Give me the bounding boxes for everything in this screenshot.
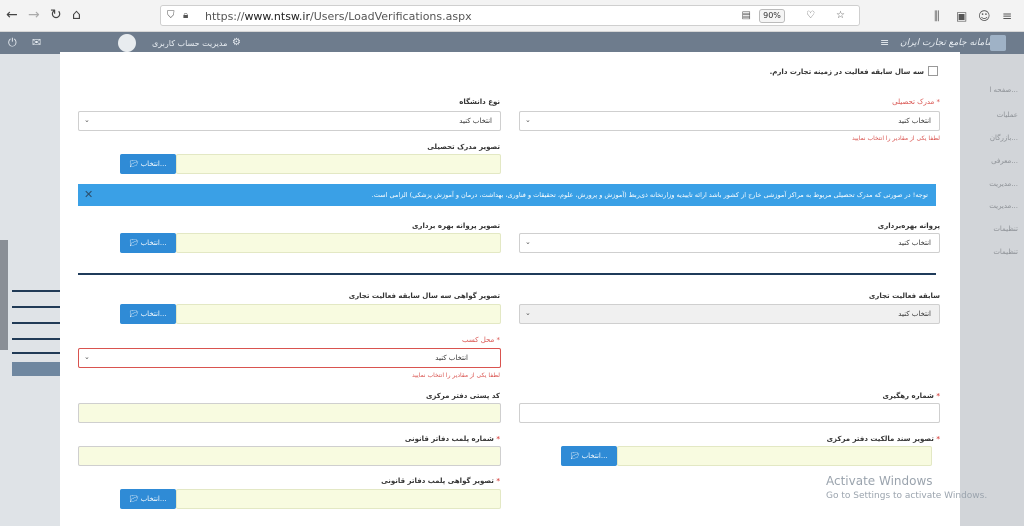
legal-cert-choose-button[interactable]: 📂︎ انتخاب... — [120, 489, 176, 509]
shield-icon[interactable]: ⛉ — [167, 10, 175, 22]
lock-icon[interactable]: 🔒︎ — [183, 10, 188, 22]
postal-label: کد پستی دفتر مرکزی — [425, 392, 500, 400]
sidebar-item: مدیریت... — [989, 202, 1018, 210]
mail-icon[interactable]: ✉ — [32, 36, 41, 49]
license-label: پروانه بهره‌برداری — [877, 222, 940, 230]
sidebar-item: بازرگان... — [989, 134, 1018, 142]
watermark-title: Activate Windows — [826, 474, 933, 488]
degree-image-upload[interactable] — [176, 154, 501, 174]
trade-history-select[interactable]: ⌄ انتخاب کنید — [519, 304, 940, 324]
sidebar-item: صفحه ا... — [989, 86, 1018, 94]
bookmark-star-icon[interactable]: ☆ — [836, 10, 845, 22]
notice-alert: ✕ توجه! در صورتی که مدرک تحصیلی مربوط به… — [78, 184, 936, 206]
license-image-label: تصویر پروانه بهره برداری — [412, 222, 500, 230]
chevron-down-icon: ⌄ — [525, 309, 531, 317]
power-icon[interactable]: ⏻ — [8, 36, 17, 50]
degree-select[interactable]: ⌄ انتخاب کنید — [519, 111, 940, 131]
trade-cert-upload[interactable] — [176, 304, 501, 324]
trade-cert-label: تصویر گواهی سه سال سابقه فعالیت تجاری — [348, 292, 500, 300]
url-text[interactable]: https://www.ntsw.ir/Users/LoadVerificati… — [205, 10, 472, 23]
sidebar-item: مدیریت... — [989, 180, 1018, 188]
browser-toolbar: ← → ↻ ⌂ ⛉ 🔒︎ https://www.ntsw.ir/Users/L… — [0, 0, 1024, 32]
trade-cert-choose-button[interactable]: 📂︎ انتخاب... — [120, 304, 176, 324]
account-icon[interactable]: ☺ — [978, 10, 991, 22]
background-left-pane — [0, 54, 60, 526]
sidebar-item: عملیات — [996, 111, 1018, 119]
notice-text: توجه! در صورتی که مدرک تحصیلی مربوط به م… — [371, 191, 928, 199]
experience-checkbox[interactable] — [928, 66, 938, 76]
section-divider — [78, 273, 936, 275]
address-bar[interactable]: ⛉ 🔒︎ https://www.ntsw.ir/Users/LoadVerif… — [160, 5, 860, 26]
license-select[interactable]: ⌄ انتخاب کنید — [519, 233, 940, 253]
close-icon[interactable]: ✕ — [84, 188, 93, 201]
background-sidebar: صفحه ا... عملیات بازرگان... معرفی... مدی… — [960, 54, 1024, 526]
forward-arrow-icon[interactable]: → — [28, 8, 40, 22]
chevron-down-icon: ⌄ — [84, 116, 90, 124]
workplace-label: * محل کسب — [462, 336, 500, 344]
license-image-upload[interactable] — [176, 233, 501, 253]
degree-image-label: تصویر مدرک تحصیلی — [427, 143, 500, 151]
reader-view-icon[interactable]: ▤ — [742, 10, 751, 22]
app-header: ⏻ ✉ مدیریت حساب کاربری ⚙ ≡ سامانه جامع ت… — [0, 32, 1024, 54]
library-icon[interactable]: ⫼ — [934, 10, 940, 22]
back-arrow-icon[interactable]: ← — [6, 8, 18, 22]
tracking-input[interactable] — [519, 403, 940, 423]
watermark-subtitle: Go to Settings to activate Windows. — [826, 491, 988, 501]
menu-icon[interactable]: ≡ — [1002, 10, 1012, 22]
university-label: نوع دانشگاه — [459, 98, 500, 106]
ownership-upload[interactable] — [617, 446, 932, 466]
experience-checkbox-label: سه سال سابقه فعالیت در زمینه تجارت دارم. — [769, 68, 924, 76]
ownership-choose-button[interactable]: 📂︎ انتخاب... — [561, 446, 617, 466]
degree-image-choose-button[interactable]: 📂︎ انتخاب... — [120, 154, 176, 174]
sidebar-item: تنظیمات — [993, 225, 1018, 233]
hamburger-icon[interactable]: ≡ — [880, 36, 889, 49]
ownership-label: * تصویر سند مالکیت دفتر مرکزی — [826, 435, 940, 443]
legal-cert-label: * تصویر گواهی پلمب دفاتر قانونی — [381, 477, 500, 485]
sidebar-item: معرفی... — [991, 157, 1018, 165]
degree-error: لطفا یکی از مقادیر را انتخاب نمایید — [852, 135, 940, 142]
chevron-down-icon: ⌄ — [84, 353, 90, 361]
workplace-select[interactable]: ⌄ انتخاب کنید — [78, 348, 501, 368]
legal-plate-label: * شماره پلمب دفاتر قانونی — [404, 435, 500, 443]
pocket-icon[interactable]: ♡ — [806, 10, 815, 22]
university-select[interactable]: ⌄ انتخاب کنید — [78, 111, 501, 131]
tracking-label: * شماره رهگیری — [882, 392, 941, 400]
zoom-level[interactable]: 90% — [759, 9, 785, 23]
sidebar-toggle-icon[interactable]: ▣ — [956, 10, 967, 22]
license-image-choose-button[interactable]: 📂︎ انتخاب... — [120, 233, 176, 253]
home-icon[interactable]: ⌂ — [72, 8, 81, 22]
degree-label: * مدرک تحصیلی — [892, 98, 940, 106]
trade-history-label: سابقه فعالیت تجاری — [868, 292, 940, 300]
chevron-down-icon: ⌄ — [525, 116, 531, 124]
postal-input[interactable] — [78, 403, 501, 423]
reload-icon[interactable]: ↻ — [50, 8, 62, 22]
sidebar-item: تنظیمات — [993, 248, 1018, 256]
avatar[interactable] — [118, 34, 136, 52]
brand-logo-text: سامانه جامع تجارت ایران — [900, 38, 995, 48]
legal-plate-input[interactable] — [78, 446, 501, 466]
legal-cert-upload[interactable] — [176, 489, 501, 509]
gears-icon[interactable]: ⚙ — [232, 37, 241, 48]
account-label[interactable]: مدیریت حساب کاربری — [152, 39, 227, 48]
brand-logo-icon — [990, 35, 1006, 51]
chevron-down-icon: ⌄ — [525, 238, 531, 246]
workplace-error: لطفا یکی از مقادیر را انتخاب نمایید — [412, 372, 500, 379]
verification-form: سه سال سابقه فعالیت در زمینه تجارت دارم.… — [60, 52, 960, 526]
